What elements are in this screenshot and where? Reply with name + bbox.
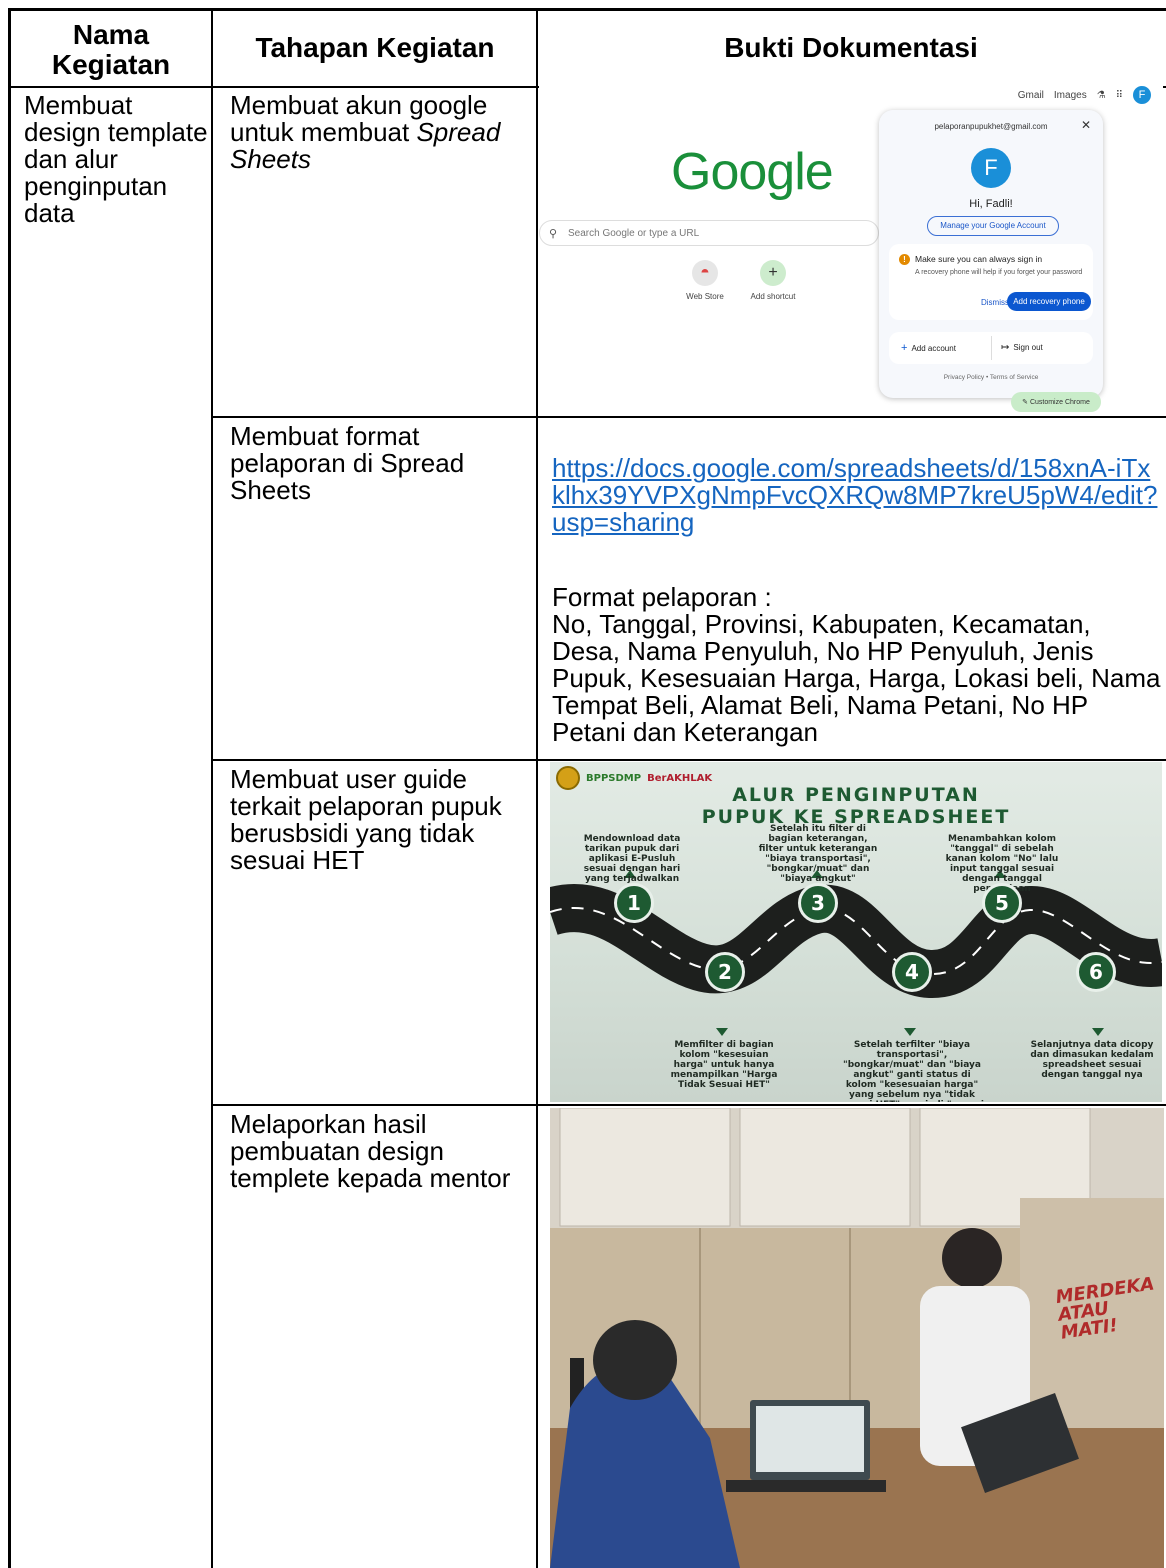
google-account-screenshot: Gmail Images ⚗ ⠿ F Google ⚲ Search Googl… — [539, 82, 1163, 412]
shortcut-label: Web Store — [686, 292, 724, 301]
sign-out-icon: ↦ — [1001, 342, 1010, 353]
step-1-badge: 1 — [614, 883, 654, 923]
spreadsheet-link[interactable]: https://docs.google.com/spreadsheets/d/1… — [552, 455, 1160, 536]
plus-icon: + — [760, 260, 786, 286]
add-account-button[interactable]: + Add account — [901, 342, 956, 354]
web-store-icon: ◓ — [692, 260, 718, 286]
format-fields: No, Tanggal, Provinsi, Kabupaten, Kecama… — [552, 609, 1161, 747]
format-label: Format pelaporan : — [552, 582, 772, 612]
apps-grid-icon[interactable]: ⠿ — [1116, 90, 1123, 101]
recovery-card: ! Make sure you can always sign in A rec… — [889, 244, 1093, 320]
berakhlak-logo: BerAKHLAK — [647, 772, 713, 784]
table-border — [212, 1104, 1166, 1106]
images-link[interactable]: Images — [1054, 90, 1087, 101]
infographic-alur-penginputan: BPPSDMP BerAKHLAK ALUR PENGINPUTAN PUPUK… — [550, 762, 1162, 1102]
plus-icon: + — [901, 342, 908, 354]
table-border — [536, 8, 538, 1568]
tahapan-row-3: Membuat user guide terkait pelaporan pup… — [230, 764, 502, 875]
table-border — [212, 759, 1166, 761]
warning-title: Make sure you can always sign in — [915, 254, 1043, 264]
sign-out-label: Sign out — [1013, 343, 1043, 352]
step-4-badge: 4 — [892, 952, 932, 992]
close-icon[interactable]: ✕ — [1081, 118, 1091, 132]
step-5-badge: 5 — [982, 883, 1022, 923]
step-6-badge: 6 — [1076, 952, 1116, 992]
account-email: pelaporanpupukhet@gmail.com — [934, 122, 1048, 131]
nama-kegiatan-cell: Membuat design template dan alur penginp… — [24, 90, 208, 228]
header-tahapan-kegiatan: Tahapan Kegiatan — [255, 32, 495, 63]
avatar[interactable]: F — [1133, 86, 1151, 104]
infographic-title-1: ALUR PENGINPUTAN — [732, 784, 980, 806]
step-1-text: Mendownload data tarikan pupuk dari apli… — [583, 834, 681, 884]
step-2-text: Memfilter di bagian kolom "kesesuian har… — [670, 1040, 778, 1090]
account-avatar[interactable]: F — [971, 148, 1011, 188]
spreadsheet-link-anchor[interactable]: https://docs.google.com/spreadsheets/d/1… — [552, 453, 1157, 537]
customize-label: Customize Chrome — [1029, 399, 1090, 406]
step-6-text: Selanjutnya data dicopy dan dimasukan ke… — [1030, 1040, 1154, 1080]
account-greeting: Hi, Fadli! — [969, 198, 1013, 210]
manage-account-button[interactable]: Manage your Google Account — [927, 216, 1059, 236]
dismiss-button[interactable]: Dismiss — [981, 298, 1009, 307]
gmail-link[interactable]: Gmail — [1018, 90, 1044, 101]
table-border — [212, 416, 1166, 418]
warning-icon: ! — [899, 254, 910, 265]
search-placeholder: Search Google or type a URL — [568, 228, 700, 239]
customize-chrome-button[interactable]: ✎ Customize Chrome — [1011, 392, 1101, 412]
shortcut-web-store[interactable]: ◓ Web Store — [675, 260, 735, 301]
step-4-text: Setelah terfilter "biaya transportasi", … — [840, 1040, 984, 1102]
bppsdmp-logo: BPPSDMP — [586, 772, 642, 784]
google-logo: Google — [671, 143, 834, 201]
search-icon: ⚲ — [549, 228, 558, 240]
header-nama-kegiatan: Nama Kegiatan — [51, 19, 171, 80]
mentor-meeting-photo: MERDEKA ATAU MATI! — [550, 1108, 1164, 1568]
table-border — [8, 8, 1166, 11]
tahapan-row-4: Melaporkan hasil pembuatan design temple… — [230, 1109, 511, 1193]
tahapan-row-2: Membuat format pelaporan di Spread Sheet… — [230, 421, 465, 505]
account-actions: + Add account ↦ Sign out — [889, 332, 1093, 364]
privacy-links[interactable]: Privacy Policy • Terms of Service — [879, 374, 1103, 381]
divider — [991, 336, 992, 360]
shortcut-add[interactable]: + Add shortcut — [743, 260, 803, 301]
step-3-text: Setelah itu filter di bagian keterangan,… — [758, 824, 878, 884]
table-border — [211, 8, 213, 1568]
add-recovery-button[interactable]: Add recovery phone — [1007, 292, 1091, 311]
search-input[interactable]: ⚲ Search Google or type a URL — [539, 220, 879, 246]
warning-text: A recovery phone will help if you forget… — [915, 269, 1083, 276]
google-top-bar: Gmail Images ⚗ ⠿ F — [1018, 86, 1151, 104]
account-panel: pelaporanpupukhet@gmail.com ✕ F Hi, Fadl… — [879, 110, 1103, 398]
table-border — [8, 8, 11, 1568]
sign-out-button[interactable]: ↦ Sign out — [1001, 342, 1043, 353]
header-bukti-dokumentasi: Bukti Dokumentasi — [724, 32, 978, 63]
shortcut-label: Add shortcut — [750, 292, 796, 301]
step-2-badge: 2 — [705, 952, 745, 992]
tahapan-row-1: Membuat akun google untuk membuat Spread… — [230, 92, 530, 173]
add-account-label: Add account — [911, 344, 956, 353]
step-3-badge: 3 — [798, 883, 838, 923]
labs-icon[interactable]: ⚗ — [1097, 90, 1106, 101]
